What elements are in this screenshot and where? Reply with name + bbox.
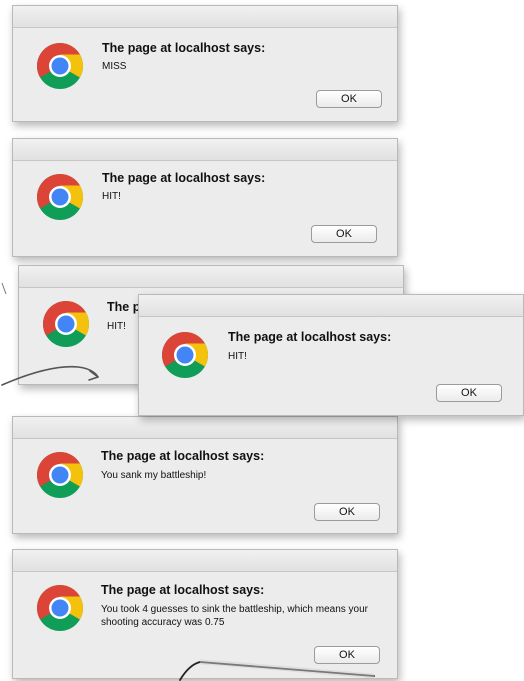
chrome-logo-icon: [35, 41, 85, 91]
dialog-message: HIT!: [102, 191, 121, 202]
alert-dialog-accuracy: The page at localhost says: You took 4 g…: [12, 549, 398, 679]
dialog-message: MISS: [102, 61, 127, 72]
dialog-heading: The page at localhost says:: [228, 330, 392, 344]
chrome-logo-icon: [41, 299, 91, 349]
dialog-message: You took 4 guesses to sink the battleshi…: [101, 604, 369, 628]
ok-button[interactable]: OK: [316, 90, 382, 108]
chrome-logo-icon: [160, 330, 210, 380]
alert-dialog-miss: The page at localhost says: MISS OK: [12, 5, 398, 122]
alert-dialog-hit: The page at localhost says: HIT! OK: [12, 138, 398, 257]
dialog-titlebar: [139, 295, 523, 317]
dialog-heading: The page at localhost says:: [102, 41, 266, 55]
chrome-logo-icon: [35, 172, 85, 222]
alert-dialog-sank: The page at localhost says: You sank my …: [12, 416, 398, 534]
dialog-titlebar: [13, 139, 397, 161]
dialog-heading: The page at localhost says:: [101, 583, 265, 597]
dialog-titlebar: [13, 417, 397, 439]
dialog-heading: The page at localhost says:: [102, 171, 266, 185]
dialog-heading: The page at localhost says:: [101, 449, 265, 463]
dialog-titlebar: [13, 6, 397, 28]
ok-button[interactable]: OK: [311, 225, 377, 243]
ok-button[interactable]: OK: [436, 384, 502, 402]
dialog-message: HIT!: [107, 321, 126, 332]
chrome-logo-icon: [35, 450, 85, 500]
ok-button[interactable]: OK: [314, 503, 380, 521]
dialog-message: You sank my battleship!: [101, 470, 207, 481]
alert-dialog-hit-foreground: The page at localhost says: HIT! OK: [138, 294, 524, 416]
dialog-message: HIT!: [228, 351, 247, 362]
ok-button[interactable]: OK: [314, 646, 380, 664]
dialog-titlebar: [13, 550, 397, 572]
dialog-titlebar: [19, 266, 403, 288]
chrome-logo-icon: [35, 583, 85, 633]
margin-tick-icon: [1, 282, 7, 295]
